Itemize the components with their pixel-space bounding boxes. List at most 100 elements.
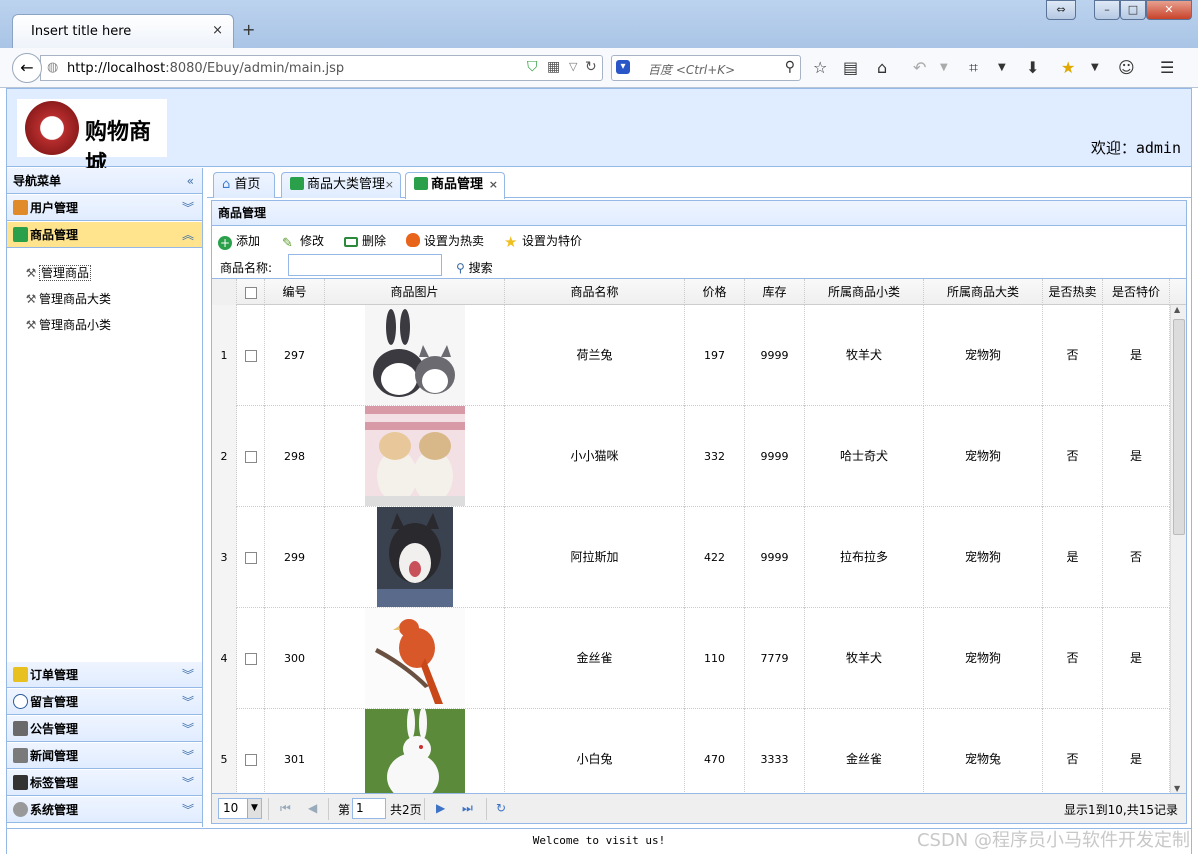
home-icon[interactable]: ⌂: [877, 58, 887, 77]
row-checkbox[interactable]: [244, 653, 257, 665]
add-button[interactable]: + 添加: [218, 232, 260, 250]
crop-dropdown-icon[interactable]: ▼: [998, 62, 1006, 73]
baidu-icon[interactable]: ▾: [616, 60, 630, 74]
dropdown-arrow-icon[interactable]: ▽: [569, 60, 577, 73]
url-bar[interactable]: ◍ http://localhost:8080/Ebuy/admin/main.…: [40, 55, 603, 81]
table-row[interactable]: 4 300 金丝雀 110 7779 牧羊犬 宠物狗 否 是: [212, 608, 1170, 709]
sidebar-panel-system[interactable]: 系统管理 ︾: [7, 797, 202, 823]
last-page-icon[interactable]: ⏭: [462, 801, 473, 816]
scroll-down-icon[interactable]: ▼: [1174, 784, 1180, 793]
first-page-icon[interactable]: ⏮: [280, 801, 291, 816]
back-button[interactable]: ←: [12, 53, 42, 83]
table-row[interactable]: 5 301 小白兔 470 3333 金丝雀 宠物兔 否 是: [212, 709, 1170, 793]
close-icon[interactable]: ×: [489, 173, 498, 197]
sidebar-panel-news[interactable]: 新闻管理 ︾: [7, 743, 202, 769]
minimize-button[interactable]: –: [1094, 0, 1120, 20]
delete-button[interactable]: 删除: [344, 232, 386, 249]
undo-icon[interactable]: ↶: [913, 58, 926, 77]
tab-product-management[interactable]: 商品管理 ×: [405, 172, 505, 199]
row-checkbox-cell[interactable]: [237, 608, 265, 709]
column-header[interactable]: 所属商品小类: [805, 279, 924, 305]
chat-icon[interactable]: ☺: [1118, 58, 1135, 77]
row-checkbox[interactable]: [244, 451, 257, 463]
search-engine-box[interactable]: ▾ 百度 <Ctrl+K> ⚲: [611, 55, 801, 81]
reading-list-icon[interactable]: ▤: [843, 58, 858, 77]
page-number-input[interactable]: 1: [352, 798, 386, 819]
column-header[interactable]: 所属商品大类: [924, 279, 1043, 305]
next-page-icon[interactable]: ▶: [436, 801, 445, 815]
table-row[interactable]: 1 297 荷兰兔 197 9999 牧羊犬 宠物狗 否 是: [212, 305, 1170, 406]
favorites-dropdown-icon[interactable]: ▼: [1091, 62, 1099, 73]
select-all-header[interactable]: [237, 279, 265, 305]
page-size-select[interactable]: 10 ▼: [218, 798, 262, 819]
download-icon[interactable]: ⬇: [1026, 58, 1039, 77]
grid-scrollbar[interactable]: ▲ ▼: [1170, 305, 1186, 793]
sidebar-panel-messages[interactable]: 留言管理 ︾: [7, 689, 202, 715]
reload-icon[interactable]: ↻: [585, 59, 597, 75]
column-header[interactable]: 是否热卖: [1043, 279, 1103, 305]
menu-icon[interactable]: ☰: [1160, 58, 1174, 77]
row-checkbox-cell[interactable]: [237, 507, 265, 608]
row-checkbox-cell[interactable]: [237, 406, 265, 507]
sidebar-panel-orders[interactable]: 订单管理 ︾: [7, 662, 202, 688]
column-header[interactable]: 编号: [265, 279, 325, 305]
new-tab-button[interactable]: +: [242, 20, 255, 39]
set-special-button[interactable]: ★ 设置为特价: [504, 232, 582, 250]
set-hot-button[interactable]: 设置为热卖: [406, 232, 484, 249]
refresh-icon[interactable]: ↻: [496, 801, 506, 815]
table-row[interactable]: 3 299 阿拉斯加 422 9999 拉布拉多 宠物狗 是 否: [212, 507, 1170, 608]
favorites-icon[interactable]: ★: [1061, 58, 1075, 77]
search-button[interactable]: ⚲ 搜索: [456, 259, 493, 276]
collapse-left-icon[interactable]: «: [187, 168, 194, 194]
chevron-down-icon[interactable]: ︾: [182, 195, 194, 221]
table-row[interactable]: 2 298 小小猫咪 332 9999 哈士奇犬 宠物狗 否 是: [212, 406, 1170, 507]
chevron-down-icon[interactable]: ︾: [182, 662, 194, 688]
column-header[interactable]: 库存: [745, 279, 805, 305]
bookmark-star-icon[interactable]: ☆: [813, 58, 827, 77]
scroll-up-icon[interactable]: ▲: [1174, 305, 1180, 314]
row-checkbox-cell[interactable]: [237, 305, 265, 406]
close-icon[interactable]: ×: [385, 173, 394, 197]
column-header[interactable]: 商品图片: [325, 279, 505, 305]
sidebar-panel-notices[interactable]: 公告管理 ︾: [7, 716, 202, 742]
sidebar-panel-tags[interactable]: 标签管理 ︾: [7, 770, 202, 796]
chevron-down-icon[interactable]: ▼: [247, 799, 261, 818]
row-checkbox[interactable]: [244, 754, 257, 766]
undo-dropdown-icon[interactable]: ▼: [940, 62, 948, 73]
tab-big-type-management[interactable]: 商品大类管理 ×: [281, 172, 401, 198]
logo-seal-icon: [25, 101, 79, 155]
column-header[interactable]: 是否特价: [1103, 279, 1170, 305]
crop-icon[interactable]: ⌗: [969, 58, 978, 78]
chevron-down-icon[interactable]: ︾: [182, 689, 194, 715]
qr-code-icon[interactable]: ▦: [547, 59, 560, 75]
maximize-button[interactable]: □: [1120, 0, 1146, 20]
chevron-down-icon[interactable]: ︾: [182, 716, 194, 742]
tab-home[interactable]: ⌂ 首页: [213, 172, 275, 198]
chevron-up-icon[interactable]: ︽: [182, 222, 194, 248]
row-checkbox[interactable]: [244, 350, 257, 362]
shield-icon[interactable]: ⛉: [527, 59, 538, 75]
row-checkbox-cell[interactable]: [237, 709, 265, 793]
sidebar-panel-product[interactable]: 商品管理 ︽: [7, 222, 202, 248]
chevron-down-icon[interactable]: ︾: [182, 770, 194, 796]
chevron-down-icon[interactable]: ︾: [182, 743, 194, 769]
search-icon[interactable]: ⚲: [785, 59, 795, 75]
tree-item-manage-small-types[interactable]: ⚒ 管理商品小类: [23, 316, 111, 333]
browser-tab[interactable]: Insert title here ×: [12, 14, 234, 48]
window-close-button[interactable]: ✕: [1146, 0, 1192, 20]
tree-item-manage-big-types[interactable]: ⚒ 管理商品大类: [23, 290, 111, 307]
row-checkbox[interactable]: [244, 552, 257, 564]
tree-item-manage-products[interactable]: ⚒ 管理商品: [23, 264, 92, 281]
url-text[interactable]: http://localhost:8080/Ebuy/admin/main.js…: [67, 61, 344, 76]
close-tab-icon[interactable]: ×: [212, 23, 223, 38]
column-header[interactable]: 商品名称: [505, 279, 685, 305]
product-name-input[interactable]: [288, 254, 442, 276]
scrollbar-thumb[interactable]: [1173, 319, 1185, 535]
restore-icon[interactable]: ⇔: [1046, 0, 1076, 20]
column-header[interactable]: 价格: [685, 279, 745, 305]
select-all-checkbox[interactable]: [244, 286, 257, 299]
edit-button[interactable]: ✎ 修改: [282, 232, 324, 251]
prev-page-icon[interactable]: ◀: [308, 801, 317, 815]
sidebar-panel-user[interactable]: 用户管理 ︾: [7, 195, 202, 221]
chevron-down-icon[interactable]: ︾: [182, 797, 194, 823]
